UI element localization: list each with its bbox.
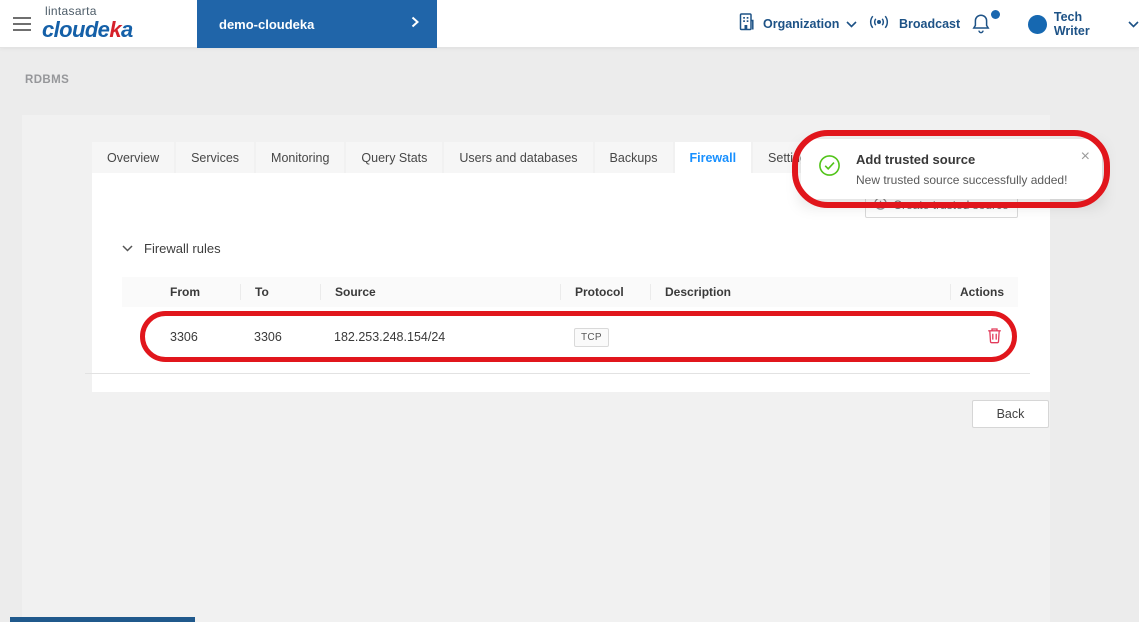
broadcast-label: Broadcast xyxy=(899,17,960,31)
table-header-row: From To Source Protocol Description Acti… xyxy=(122,277,1018,307)
tab-monitoring[interactable]: Monitoring xyxy=(256,142,344,173)
tab-services[interactable]: Services xyxy=(176,142,254,173)
column-header-protocol: Protocol xyxy=(560,284,650,300)
plus-circle-icon xyxy=(874,197,887,213)
success-check-icon xyxy=(818,154,841,182)
notification-badge-dot xyxy=(991,10,1000,19)
chevron-right-icon xyxy=(411,15,419,33)
broadcast-icon xyxy=(866,14,892,35)
divider xyxy=(85,373,1030,374)
broadcast-menu[interactable]: Broadcast xyxy=(866,0,960,48)
cloudeka-logo[interactable]: lintasarta cloudeka xyxy=(42,5,133,41)
cell-source: 182.253.248.154/24 xyxy=(320,330,560,344)
toast-title: Add trusted source xyxy=(856,152,1081,167)
cell-protocol: TCP xyxy=(560,328,650,347)
logo-brand-text: cloudeka xyxy=(42,19,133,41)
protocol-badge: TCP xyxy=(574,328,609,347)
column-header-description: Description xyxy=(650,284,950,300)
breadcrumb: RDBMS xyxy=(25,74,69,86)
tab-users-and-databases[interactable]: Users and databases xyxy=(444,142,592,173)
chevron-down-icon xyxy=(122,239,133,257)
top-bar: lintasarta cloudeka demo-cloudeka xyxy=(0,0,1139,48)
user-menu[interactable]: Tech Writer xyxy=(1028,0,1139,48)
tab-bar: Overview Services Monitoring Query Stats… xyxy=(92,142,828,173)
chevron-down-icon xyxy=(846,15,857,33)
cell-from: 3306 xyxy=(122,330,240,344)
section-title: Firewall rules xyxy=(144,241,221,256)
back-button[interactable]: Back xyxy=(972,400,1049,428)
notifications-button[interactable] xyxy=(971,0,993,48)
table-row: 3306 3306 182.253.248.154/24 TCP xyxy=(122,307,1018,367)
project-name: demo-cloudeka xyxy=(219,17,314,32)
organization-label: Organization xyxy=(763,17,839,31)
cell-to: 3306 xyxy=(240,330,320,344)
organization-building-icon xyxy=(737,12,756,37)
toast-notification: Add trusted source New trusted source su… xyxy=(801,139,1102,199)
firewall-card: Create trusted source Firewall rules Fro… xyxy=(92,173,1050,392)
avatar xyxy=(1028,15,1047,34)
app-window: lintasarta cloudeka demo-cloudeka xyxy=(0,0,1139,622)
user-name: Tech Writer xyxy=(1054,10,1121,38)
hamburger-menu-icon[interactable] xyxy=(13,0,37,48)
firewall-rules-section-toggle[interactable]: Firewall rules xyxy=(122,239,221,257)
bottom-edge-bar xyxy=(10,617,195,622)
tab-backups[interactable]: Backups xyxy=(595,142,673,173)
project-selector[interactable]: demo-cloudeka xyxy=(197,0,437,48)
organization-menu[interactable]: Organization xyxy=(737,0,857,48)
chevron-down-icon xyxy=(1128,15,1139,33)
tab-query-stats[interactable]: Query Stats xyxy=(346,142,442,173)
column-header-source: Source xyxy=(320,284,560,300)
toast-message: New trusted source successfully added! xyxy=(856,173,1081,187)
column-header-to: To xyxy=(240,284,320,300)
tab-firewall[interactable]: Firewall xyxy=(675,142,752,173)
firewall-rules-table: From To Source Protocol Description Acti… xyxy=(122,277,1018,367)
column-header-from: From xyxy=(122,284,240,300)
trash-icon xyxy=(987,332,1002,347)
tab-overview[interactable]: Overview xyxy=(92,142,174,173)
bell-icon xyxy=(971,22,991,39)
logo-accent-letter: k xyxy=(109,17,121,42)
toast-close-icon[interactable]: × xyxy=(1081,150,1090,164)
logo-company-text: lintasarta xyxy=(45,5,133,17)
cell-actions xyxy=(950,325,1018,349)
delete-rule-button[interactable] xyxy=(985,325,1004,349)
column-header-actions: Actions xyxy=(950,284,1018,300)
